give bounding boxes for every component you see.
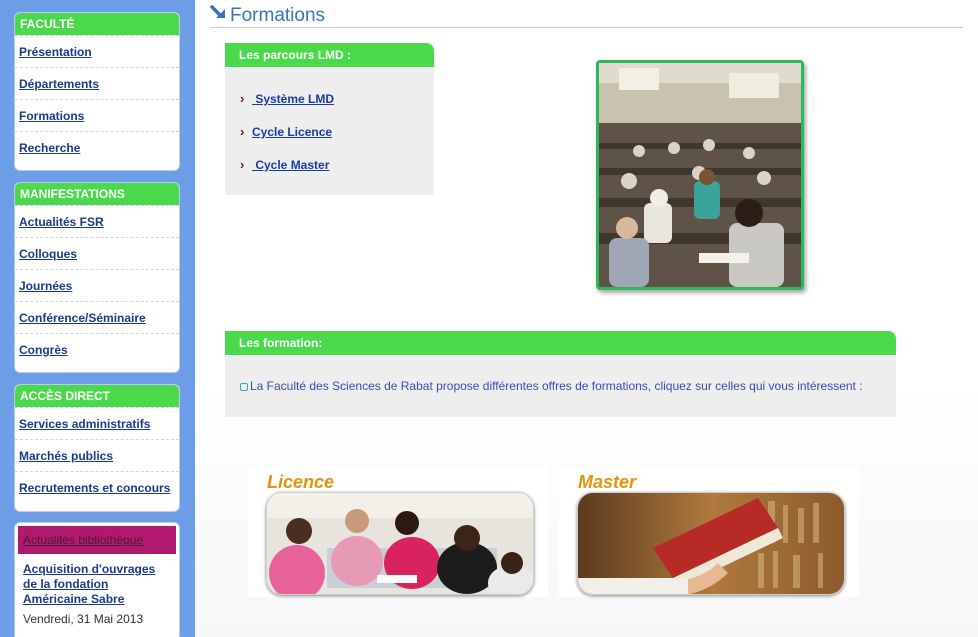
arrow-down-right-icon bbox=[210, 5, 225, 18]
marches-publics-link[interactable]: Marchés publics bbox=[19, 449, 113, 463]
manifestations-menu: MANIFESTATIONS Actualités FSR Colloques … bbox=[14, 182, 180, 373]
lmd-item-licence: › Cycle Licence bbox=[240, 123, 332, 141]
news-header: Actualités bibliothèque bbox=[18, 526, 176, 554]
news-date: Vendredi, 31 Mai 2013 bbox=[23, 612, 144, 626]
acces-direct-menu-header: ACCÈS DIRECT bbox=[15, 385, 179, 407]
master-card[interactable]: Master bbox=[559, 467, 859, 597]
manifestations-menu-header: MANIFESTATIONS bbox=[15, 183, 179, 205]
menu-item-presentation: Présentation bbox=[15, 35, 179, 67]
menu-item-journees: Journées bbox=[15, 269, 179, 301]
faculte-menu-header: FACULTÉ bbox=[15, 13, 179, 35]
lmd-item-master: › Cycle Master bbox=[240, 156, 329, 174]
menu-item-congres: Congrès bbox=[15, 333, 179, 365]
cycle-master-link[interactable]: Cycle Master bbox=[252, 158, 329, 172]
lmd-box: Les parcours LMD : › Système LMD › Cycle … bbox=[225, 43, 434, 195]
master-image[interactable] bbox=[577, 492, 845, 595]
chevron-right-icon: › bbox=[240, 124, 245, 139]
menu-item-formations: Formations bbox=[15, 99, 179, 131]
recherche-link[interactable]: Recherche bbox=[19, 141, 80, 155]
sidebar: FACULTÉ Présentation Départements Format… bbox=[0, 0, 195, 637]
chevron-right-icon: › bbox=[240, 157, 245, 172]
actualites-bibliotheque-link[interactable]: Actualités bibliothèque bbox=[23, 533, 143, 547]
formation-header: Les formation: bbox=[225, 331, 896, 355]
classroom-photo bbox=[596, 60, 804, 290]
licence-image[interactable] bbox=[266, 492, 534, 595]
faculte-menu: FACULTÉ Présentation Départements Format… bbox=[14, 12, 180, 171]
lmd-item-systeme: › Système LMD bbox=[240, 90, 334, 108]
news-article-link[interactable]: Acquisition d'ouvrages de la fondation A… bbox=[23, 562, 172, 607]
licence-title[interactable]: Licence bbox=[267, 472, 334, 493]
master-title[interactable]: Master bbox=[578, 472, 636, 493]
acces-direct-menu: ACCÈS DIRECT Services administratifs Mar… bbox=[14, 384, 180, 512]
menu-item-services: Services administratifs bbox=[15, 407, 179, 439]
lmd-header: Les parcours LMD : bbox=[225, 43, 434, 67]
formations-link[interactable]: Formations bbox=[19, 109, 84, 123]
menu-item-marches: Marchés publics bbox=[15, 439, 179, 471]
congres-link[interactable]: Congrès bbox=[19, 343, 68, 357]
formation-description: La Faculté des Sciences de Rabat propose… bbox=[240, 379, 863, 393]
menu-item-recrutements: Recrutements et concours bbox=[15, 471, 179, 503]
students-illustration bbox=[267, 493, 533, 594]
page-title: Formations bbox=[230, 5, 326, 26]
formation-box: Les formation: La Faculté des Sciences d… bbox=[225, 331, 896, 417]
menu-item-colloques: Colloques bbox=[15, 237, 179, 269]
licence-card[interactable]: Licence bbox=[248, 467, 548, 597]
departements-link[interactable]: Départements bbox=[19, 77, 99, 91]
conference-seminaire-link[interactable]: Conférence/Séminaire bbox=[19, 311, 146, 325]
square-bullet-icon bbox=[240, 383, 248, 391]
classroom-illustration bbox=[599, 63, 801, 287]
book-reader-illustration bbox=[578, 493, 844, 594]
presentation-link[interactable]: Présentation bbox=[19, 45, 92, 59]
cycle-licence-link[interactable]: Cycle Licence bbox=[252, 125, 332, 139]
services-administratifs-link[interactable]: Services administratifs bbox=[19, 417, 150, 431]
menu-item-departements: Départements bbox=[15, 67, 179, 99]
main-content: Formations Les parcours LMD : › Système … bbox=[195, 0, 978, 637]
menu-item-recherche: Recherche bbox=[15, 131, 179, 163]
formation-text: La Faculté des Sciences de Rabat propose… bbox=[250, 379, 863, 393]
page-title-bar: Formations bbox=[210, 2, 963, 28]
recrutements-concours-link[interactable]: Recrutements et concours bbox=[19, 481, 170, 495]
menu-item-conference: Conférence/Séminaire bbox=[15, 301, 179, 333]
actualites-fsr-link[interactable]: Actualités FSR bbox=[19, 215, 104, 229]
menu-item-actualites: Actualités FSR bbox=[15, 205, 179, 237]
chevron-right-icon: › bbox=[240, 91, 245, 106]
colloques-link[interactable]: Colloques bbox=[19, 247, 77, 261]
journees-link[interactable]: Journées bbox=[19, 279, 72, 293]
systeme-lmd-link[interactable]: Système LMD bbox=[252, 92, 334, 106]
news-box: Actualités bibliothèque Acquisition d'ou… bbox=[14, 522, 180, 637]
